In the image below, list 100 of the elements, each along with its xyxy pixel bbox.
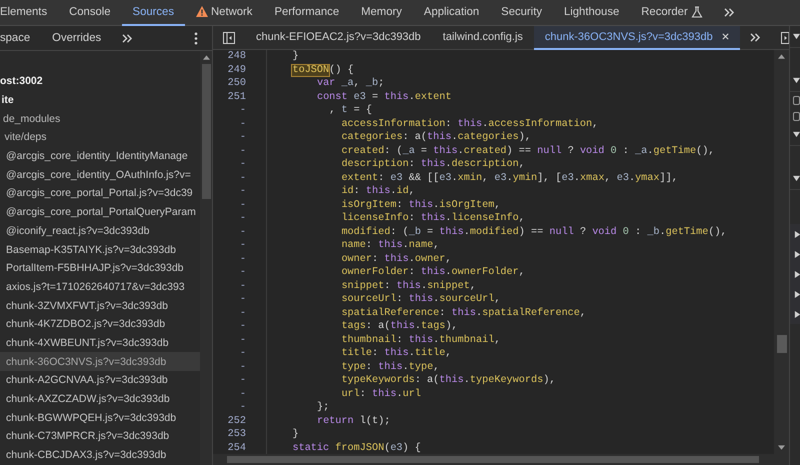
line-number: 252 (213, 414, 267, 428)
line-number: - (213, 226, 267, 239)
code-line: url: this.url (340, 388, 421, 400)
scrollbar-thumb[interactable] (202, 64, 210, 199)
file-tab[interactable]: chunk-36OC3NVS.js?v=3dc393db (534, 26, 740, 50)
scrollbar[interactable] (774, 50, 789, 454)
code-line: isOrgItem: this.isOrgItem, (340, 200, 500, 211)
scrollbar[interactable] (213, 454, 789, 465)
file-tab[interactable]: chunk-EFIOEAC2.js?v=3dc393db (245, 26, 432, 50)
code-line: extent: e3 && [[e3.xmin, e3.ymin], [e3.xmax, e3.ymax]], (340, 172, 678, 184)
more-tabs-icon[interactable] (724, 8, 735, 17)
file-tree-item[interactable]: chunk-4K7ZDBO2.js?v=3dc393db (0, 314, 200, 334)
panel-tab[interactable]: Application (412, 0, 490, 26)
file-tree-item[interactable]: chunk-C73MPRCR.js?v=3dc393db (0, 427, 200, 446)
code-line: title: this.title, (340, 348, 452, 360)
file-tree-item[interactable]: de_modules (0, 109, 200, 128)
file-tree-item[interactable]: ost:3002 (0, 72, 200, 91)
line-number: - (213, 388, 267, 401)
panel-tab[interactable]: Performance (263, 0, 350, 26)
line-number: - (213, 347, 267, 360)
line-number: 248 (213, 50, 267, 64)
panel-tab[interactable]: Console (58, 0, 122, 26)
flask-icon (690, 6, 703, 18)
close-icon[interactable] (722, 33, 729, 40)
more-tabs-icon[interactable] (750, 33, 761, 42)
code-line: typeKeywords: a(this.typeKeywords), (340, 375, 556, 386)
file-tree-item[interactable]: axios.js?t=1710262640717&v=3dc393 (0, 278, 200, 296)
scroll-up-icon[interactable] (778, 54, 785, 59)
expand-triangle-icon[interactable] (794, 270, 800, 278)
file-tree-item[interactable]: PortalItem-F5BHHAJP.js?v=3dc393db (0, 258, 200, 278)
panel-tab[interactable]: Security (490, 0, 553, 26)
code-line: tags: a(this.tags), (340, 321, 458, 332)
file-tree-item[interactable]: @arcgis_core_identity_IdentityManage (0, 146, 200, 166)
code-line: return l(t); (316, 416, 390, 427)
file-tree-item[interactable]: @arcgis_core_portal_PortalQueryParam (0, 202, 200, 222)
expand-triangle-icon[interactable] (794, 250, 800, 258)
code-line: licenseInfo: this.licenseInfo, (340, 213, 525, 224)
line-number: - (213, 198, 267, 212)
line-number: - (213, 320, 267, 334)
checkbox[interactable] (793, 112, 800, 120)
scrollbar-thumb[interactable] (776, 335, 786, 353)
file-tree-item[interactable]: @arcgis_core_identity_OAuthInfo.js?v= (0, 165, 200, 184)
file-tree-item[interactable]: vite/deps (0, 128, 200, 147)
file-tree-item[interactable]: chunk-A2GCNVAA.js?v=3dc393db (0, 371, 200, 390)
panel-tab[interactable]: Network (185, 0, 264, 26)
code-line: static fromJSON(e3) { (291, 442, 421, 454)
file-tree-item[interactable]: chunk-CBCJDAX3.js?v=3dc393db (0, 446, 200, 464)
code-line: modified: (_b = this.modified) == null ? void 0 : _b.getTime(), (340, 226, 727, 238)
file-tree-item[interactable]: chunk-3ZVMXFWT.js?v=3dc393db (0, 296, 200, 315)
file-tree-item[interactable]: chunk-36OC3NVS.js?v=3dc393db (0, 352, 200, 371)
line-number: - (213, 172, 267, 185)
line-number: - (213, 360, 267, 374)
code-line: created: (_a = this.created) == null ? void 0 : _a.getTime(), (340, 146, 714, 157)
code-line: } (291, 51, 299, 62)
line-number: - (213, 266, 267, 280)
code-line: toJSON() { (291, 64, 354, 76)
scrollbar-thumb[interactable] (227, 456, 759, 463)
scroll-up-icon[interactable] (202, 55, 210, 60)
panel-tab[interactable]: Memory (350, 0, 413, 26)
code-line: name: this.name, (340, 240, 440, 252)
file-tree-item[interactable]: ite (0, 90, 200, 110)
file-tree-item[interactable]: chunk-BGWWPQEH.js?v=3dc393db (0, 408, 200, 428)
panel-tab[interactable]: Elements (0, 0, 58, 26)
navigator-tab[interactable]: space (0, 32, 42, 44)
sidebar-toggle-icon[interactable] (223, 32, 235, 44)
expand-triangle-icon[interactable] (793, 175, 800, 182)
expand-triangle-icon[interactable] (794, 310, 800, 318)
line-number: - (213, 158, 267, 172)
code-line: thumbnail: this.thumbnail, (340, 334, 500, 346)
file-tree-item[interactable]: chunk-AXZCZADW.js?v=3dc393db (0, 390, 200, 408)
line-number: 249 (213, 64, 267, 77)
expand-triangle-icon[interactable] (794, 290, 800, 298)
panel-tab[interactable]: Recorder (630, 0, 714, 26)
file-tree-item[interactable]: @iconify_react.js?v=3dc393db (0, 222, 200, 240)
scroll-down-icon[interactable] (778, 445, 785, 450)
more-options-icon[interactable] (194, 32, 198, 44)
code-line: , t = { (328, 105, 372, 116)
code-line: sourceUrl: this.sourceUrl, (340, 294, 500, 306)
file-tab[interactable]: tailwind.config.js (432, 26, 534, 50)
line-number: 250 (213, 77, 267, 90)
expand-triangle-icon[interactable] (793, 33, 800, 40)
line-number: - (213, 306, 267, 320)
more-tabs-icon[interactable] (122, 34, 134, 42)
file-tree-item[interactable]: chunk-4XWBEUNT.js?v=3dc393db (0, 334, 200, 352)
checkbox[interactable] (793, 96, 800, 104)
code-line: const e3 = this.extent (316, 92, 452, 103)
expand-triangle-icon[interactable] (793, 77, 800, 84)
expand-triangle-icon[interactable] (794, 230, 800, 238)
expand-triangle-icon[interactable] (793, 131, 800, 138)
code-line: var _a, _b; (316, 78, 384, 90)
panel-tab[interactable]: Lighthouse (552, 0, 630, 26)
line-number: - (213, 280, 267, 293)
code-line: type: this.type, (340, 362, 440, 373)
line-number: - (213, 252, 267, 266)
scrollbar[interactable] (200, 51, 212, 465)
file-tree-item[interactable]: Basemap-K35TAIYK.js?v=3dc393db (0, 240, 200, 259)
code-line: }; (316, 402, 330, 414)
code-line: snippet: this.snippet, (340, 280, 476, 292)
file-tree-item[interactable]: @arcgis_core_portal_Portal.js?v=3dc39 (0, 184, 200, 203)
navigator-tab[interactable]: Overrides (41, 32, 112, 44)
